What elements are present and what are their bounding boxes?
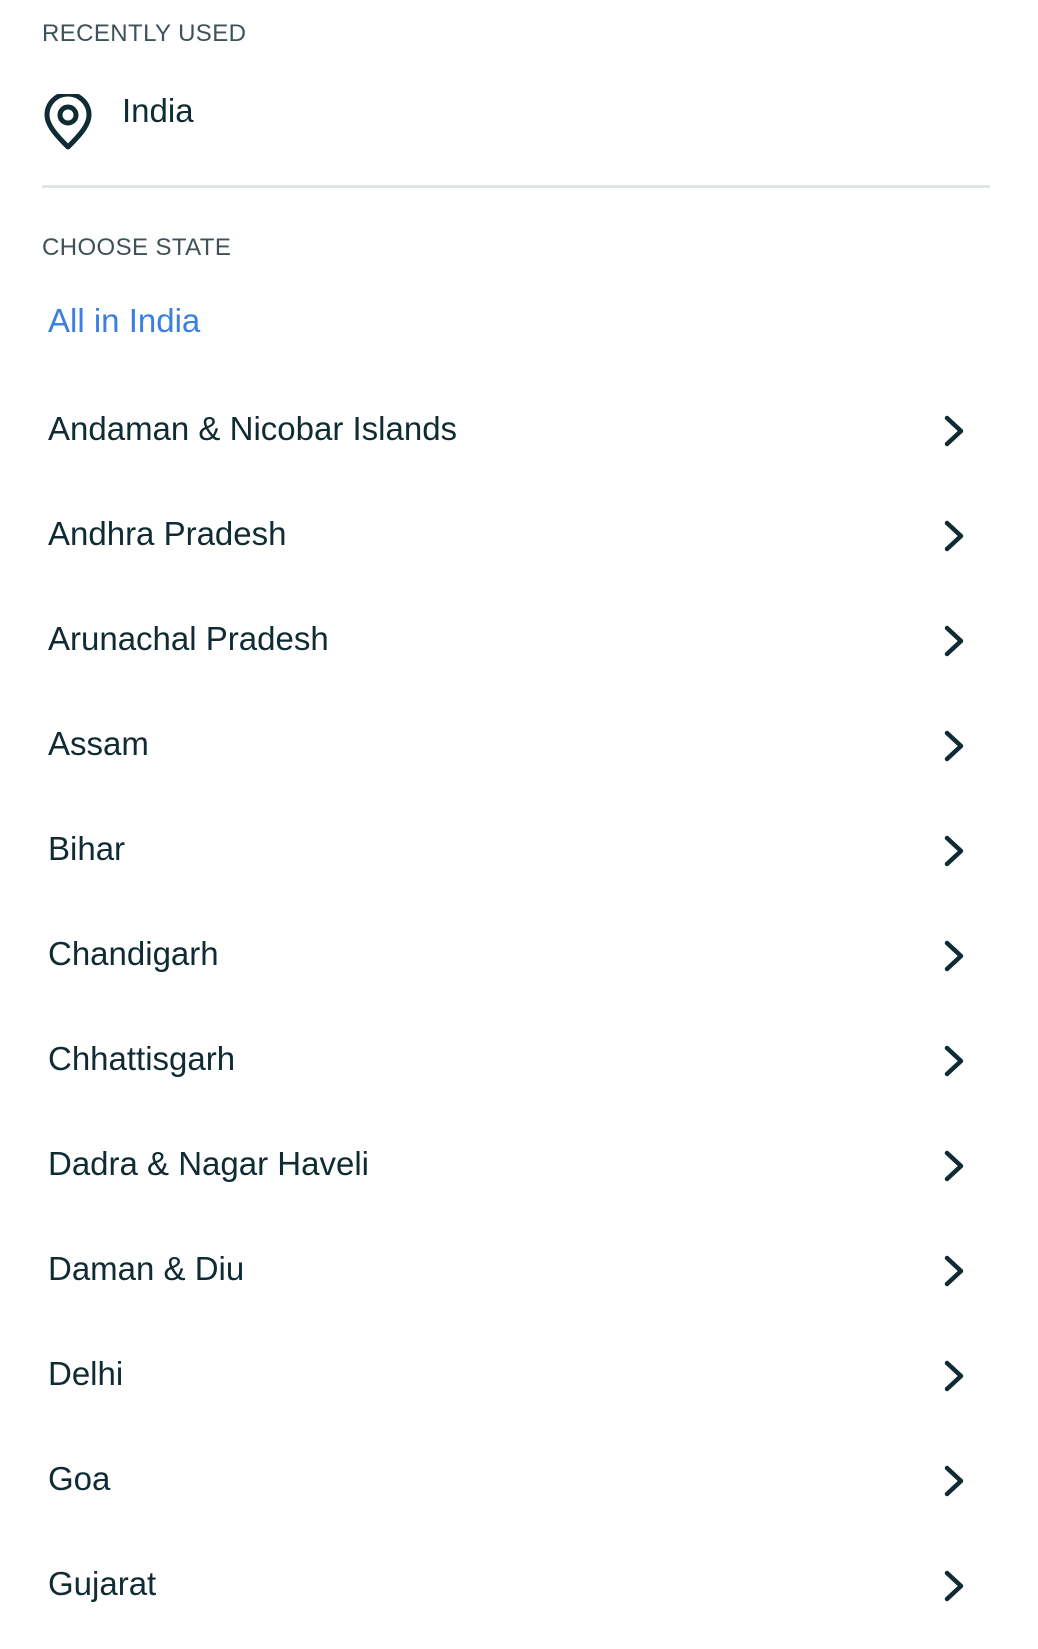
state-list: Andaman & Nicobar Islands Andhra Pradesh A… — [0, 378, 1038, 1638]
state-name: Andaman & Nicobar Islands — [48, 410, 458, 447]
chevron-right-icon — [944, 625, 964, 657]
state-name: Daman & Diu — [48, 1250, 245, 1287]
state-name: Delhi — [48, 1355, 124, 1392]
state-row[interactable]: Chhattisgarh — [0, 1008, 1038, 1113]
choose-state-heading: CHOOSE STATE — [42, 234, 232, 261]
chevron-right-icon — [944, 520, 964, 552]
state-row[interactable]: Arunachal Pradesh — [0, 588, 1038, 693]
chevron-right-icon — [944, 415, 964, 447]
state-name: Goa — [48, 1460, 111, 1497]
all-in-india-link[interactable]: All in India — [48, 302, 200, 340]
state-name: Bihar — [48, 830, 126, 867]
state-row[interactable]: Chandigarh — [0, 903, 1038, 1008]
section-divider — [42, 185, 990, 188]
recently-used-heading: RECENTLY USED — [42, 20, 247, 47]
chevron-right-icon — [944, 1150, 964, 1182]
chevron-right-icon — [944, 940, 964, 972]
state-name: Assam — [48, 725, 149, 762]
state-name: Andhra Pradesh — [48, 515, 287, 552]
state-row[interactable]: Daman & Diu — [0, 1218, 1038, 1323]
state-name: Chandigarh — [48, 935, 219, 972]
state-row[interactable]: Delhi — [0, 1323, 1038, 1428]
chevron-right-icon — [944, 1360, 964, 1392]
recent-location-india[interactable]: India — [0, 78, 1038, 168]
recent-location-label: India — [122, 92, 194, 129]
chevron-right-icon — [944, 1255, 964, 1287]
state-row[interactable]: Gujarat — [0, 1533, 1038, 1638]
state-row[interactable]: Andaman & Nicobar Islands — [0, 378, 1038, 483]
location-pin-icon — [44, 94, 92, 150]
state-row[interactable]: Bihar — [0, 798, 1038, 903]
state-name: Arunachal Pradesh — [48, 620, 329, 657]
state-name: Dadra & Nagar Haveli — [48, 1145, 369, 1182]
state-row[interactable]: Goa — [0, 1428, 1038, 1533]
chevron-right-icon — [944, 1570, 964, 1602]
chevron-right-icon — [944, 730, 964, 762]
state-name: Chhattisgarh — [48, 1040, 236, 1077]
state-row[interactable]: Andhra Pradesh — [0, 483, 1038, 588]
state-row[interactable]: Dadra & Nagar Haveli — [0, 1113, 1038, 1218]
state-row[interactable]: Assam — [0, 693, 1038, 798]
chevron-right-icon — [944, 835, 964, 867]
state-name: Gujarat — [48, 1565, 157, 1602]
chevron-right-icon — [944, 1465, 964, 1497]
chevron-right-icon — [944, 1045, 964, 1077]
